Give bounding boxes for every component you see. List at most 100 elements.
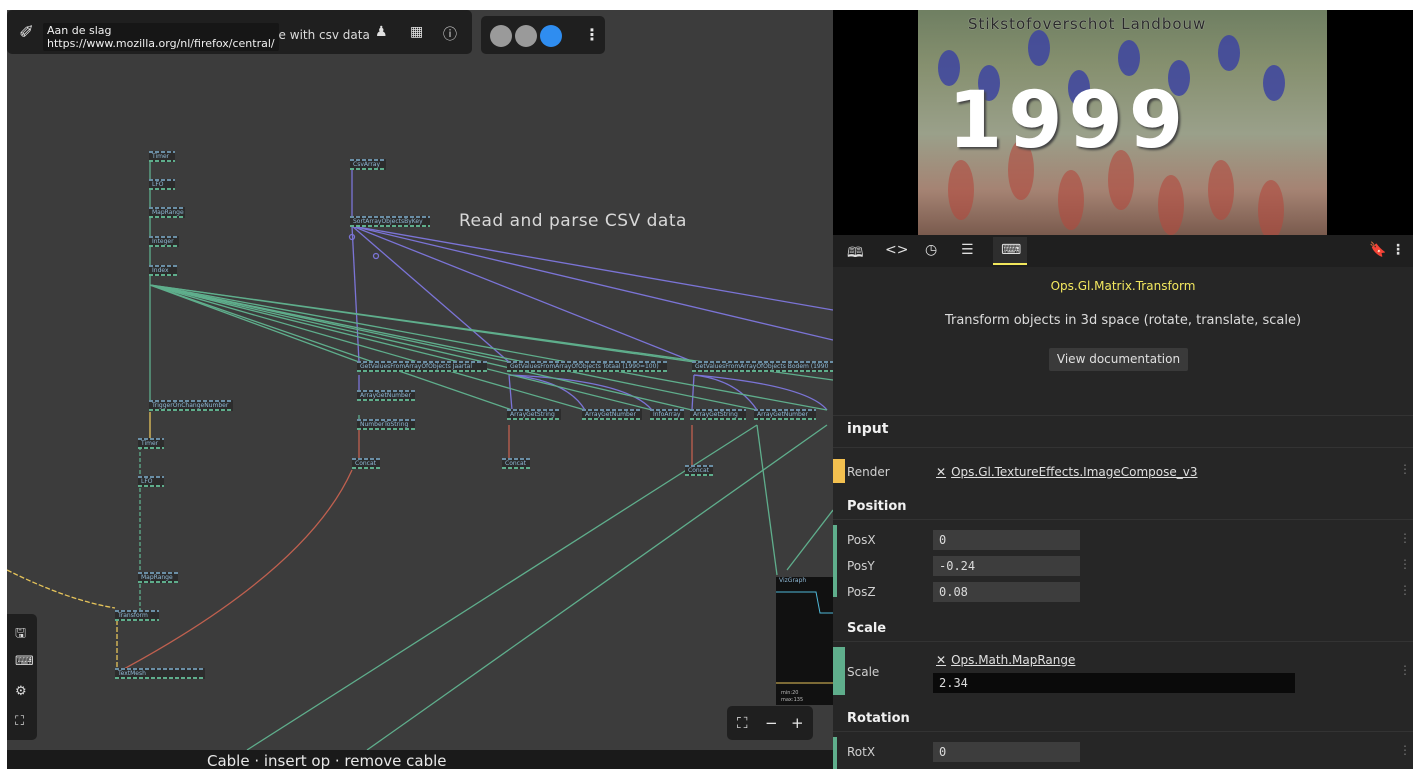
user-icon[interactable]: ♟ — [375, 24, 388, 40]
op-integer[interactable]: Integer — [149, 236, 179, 247]
scale-link-text[interactable]: Ops.Math.MapRange — [951, 653, 1075, 667]
tooltip-title: Aan de slag — [47, 24, 112, 37]
plus-icon[interactable]: + — [791, 714, 804, 732]
url-tooltip: Aan de slag https://www.mozilla.org/nl/f… — [43, 23, 279, 51]
pin-icon[interactable]: ✐ — [19, 22, 34, 43]
scale-link[interactable]: ✕ Ops.Math.MapRange — [936, 653, 1075, 667]
help-icon[interactable]: ⓘ — [443, 24, 457, 44]
vizgraph-op[interactable]: VizGraph min:20 max:135 — [776, 577, 833, 705]
preview-year: 1999 — [948, 76, 1190, 166]
param-label: PosZ — [847, 585, 876, 599]
op-index[interactable]: Index — [149, 265, 177, 276]
avatar[interactable] — [490, 25, 512, 47]
op-lfo[interactable]: LFO — [138, 476, 164, 487]
rotx-field[interactable]: 0 — [933, 742, 1080, 762]
scale-field[interactable]: 2.34 — [933, 673, 1295, 693]
op-numbertostring[interactable]: NumberToString — [357, 419, 415, 430]
op-sortarray[interactable]: SortArrayObjectsByKey — [350, 216, 430, 227]
chart-dot — [1118, 40, 1140, 76]
history-tab-icon[interactable]: ◷ — [925, 242, 937, 258]
status-text: Cable · insert op · remove cable — [207, 752, 447, 769]
posz-field[interactable]: 0.08 — [933, 582, 1080, 602]
op-concat[interactable]: Concat — [502, 458, 530, 469]
op-getvalues-totaal[interactable]: GetValuesFromArrayOfObjects Totaal (1990… — [507, 361, 667, 372]
settings-icon[interactable]: ⚙ — [15, 684, 27, 699]
chart-dot — [1058, 170, 1084, 230]
param-label: PosY — [847, 559, 875, 573]
avatar[interactable] — [540, 25, 562, 47]
tooltip-url: https://www.mozilla.org/nl/firefox/centr… — [47, 37, 275, 50]
divider — [833, 447, 1413, 448]
op-concat[interactable]: Concat — [352, 458, 380, 469]
op-textmesh[interactable]: TextMesh — [115, 668, 205, 679]
op-csvarray[interactable]: CsvArray — [350, 159, 386, 170]
more-icon[interactable]: ⋮ — [1399, 462, 1411, 476]
param-label: PosX — [847, 533, 876, 547]
vizgraph-line — [776, 591, 833, 684]
op-transform[interactable]: Transform — [115, 610, 159, 621]
op-getvalues-bodem[interactable]: GetValuesFromArrayOfObjects Bodem (1990 — [692, 361, 833, 372]
section-scale: Scale — [847, 621, 887, 636]
render-link-text[interactable]: Ops.Gl.TextureEffects.ImageCompose_v3 — [951, 465, 1197, 479]
save-icon[interactable]: 🖫 — [15, 624, 26, 646]
divider — [833, 731, 1413, 732]
param-label: RotX — [847, 745, 876, 759]
more-icon[interactable]: ⋮ — [1399, 663, 1411, 677]
op-description: Transform objects in 3d space (rotate, t… — [944, 313, 1302, 328]
more-icon[interactable]: ⋮ — [1391, 242, 1405, 258]
posy-field[interactable]: -0.24 — [933, 556, 1080, 576]
more-icon[interactable]: ⋮ — [1399, 743, 1411, 757]
op-arraygetstring[interactable]: ArrayGetString — [690, 409, 746, 420]
canvas-comment-title: Read and parse CSV data — [459, 211, 687, 231]
top-bar: ✐ Aan de slag https://www.mozilla.org/nl… — [7, 10, 472, 54]
more-icon[interactable]: ⋮ — [1399, 583, 1411, 597]
chart-dot — [948, 160, 974, 220]
fit-icon[interactable]: ⛶ — [15, 714, 24, 729]
more-icon[interactable]: ⋮ — [1399, 531, 1411, 545]
op-getvalues-jaartal[interactable]: GetValuesFromArrayOfObjects Jaartal — [357, 361, 487, 372]
chart-dot — [1263, 65, 1285, 101]
zoom-controls: ⛶ − + — [727, 706, 813, 740]
view-documentation-button[interactable]: View documentation — [1049, 348, 1188, 371]
cables-editor: Timer LFO MapRange Integer Index CsvArra… — [7, 10, 1413, 769]
op-arraygetstring[interactable]: ArrayGetString — [507, 409, 561, 420]
chart-dot — [1158, 175, 1184, 235]
left-toolbar: 🖫 ⌨ ⚙ ⛶ — [7, 614, 37, 740]
more-icon[interactable]: ⋮ — [584, 25, 600, 44]
minus-icon[interactable]: − — [765, 714, 778, 732]
op-triggeronchangenumber[interactable]: TriggerOnChangeNumber — [149, 400, 233, 411]
close-icon[interactable]: ✕ — [936, 653, 946, 667]
port-indicator — [833, 737, 837, 769]
param-label: Render — [847, 465, 890, 479]
keyboard-icon[interactable]: ⌨ — [15, 654, 34, 669]
book-icon[interactable]: ▦ — [410, 24, 423, 40]
op-arraygetnumber[interactable]: ArrayGetNumber — [754, 409, 816, 420]
panel-tabs: 🕮 <> ◷ ☰ ⌨ 🔖 ⋮ — [833, 235, 1413, 267]
keyboard-tab-icon[interactable]: ⌨ — [1001, 242, 1021, 258]
chart-dot — [1218, 35, 1240, 71]
posx-field[interactable]: 0 — [933, 530, 1080, 550]
fit-icon[interactable]: ⛶ — [737, 714, 748, 732]
op-lfo[interactable]: LFO — [149, 179, 175, 190]
op-timer[interactable]: Timer — [149, 151, 175, 162]
op-maprange[interactable]: MapRange — [149, 207, 185, 218]
close-icon[interactable]: ✕ — [936, 465, 946, 479]
section-input: input — [847, 421, 889, 437]
bookmark-icon[interactable]: 🔖 — [1369, 242, 1386, 258]
docs-tab-icon[interactable]: 🕮 — [847, 242, 864, 266]
port-indicator — [833, 647, 845, 695]
code-tab-icon[interactable]: <> — [885, 242, 908, 258]
patch-canvas[interactable]: Timer LFO MapRange Integer Index CsvArra… — [7, 10, 833, 769]
avatar[interactable] — [515, 25, 537, 47]
render-link[interactable]: ✕ Ops.Gl.TextureEffects.ImageCompose_v3 — [936, 465, 1198, 479]
op-arraygetnumber[interactable]: ArrayGetNumber — [357, 390, 415, 401]
list-tab-icon[interactable]: ☰ — [961, 242, 974, 258]
op-concat[interactable]: Concat — [685, 465, 713, 476]
more-icon[interactable]: ⋮ — [1399, 557, 1411, 571]
op-maprange[interactable]: MapRange — [138, 572, 178, 583]
op-timer[interactable]: Timer — [138, 438, 164, 449]
op-infoarray[interactable]: InfoArray — [650, 409, 684, 420]
op-arraygetnumber[interactable]: ArrayGetNumber — [582, 409, 642, 420]
chart-dot — [1258, 180, 1284, 235]
preview-canvas[interactable]: Stikstofoverschot Landbouw 1999 — [833, 10, 1413, 235]
